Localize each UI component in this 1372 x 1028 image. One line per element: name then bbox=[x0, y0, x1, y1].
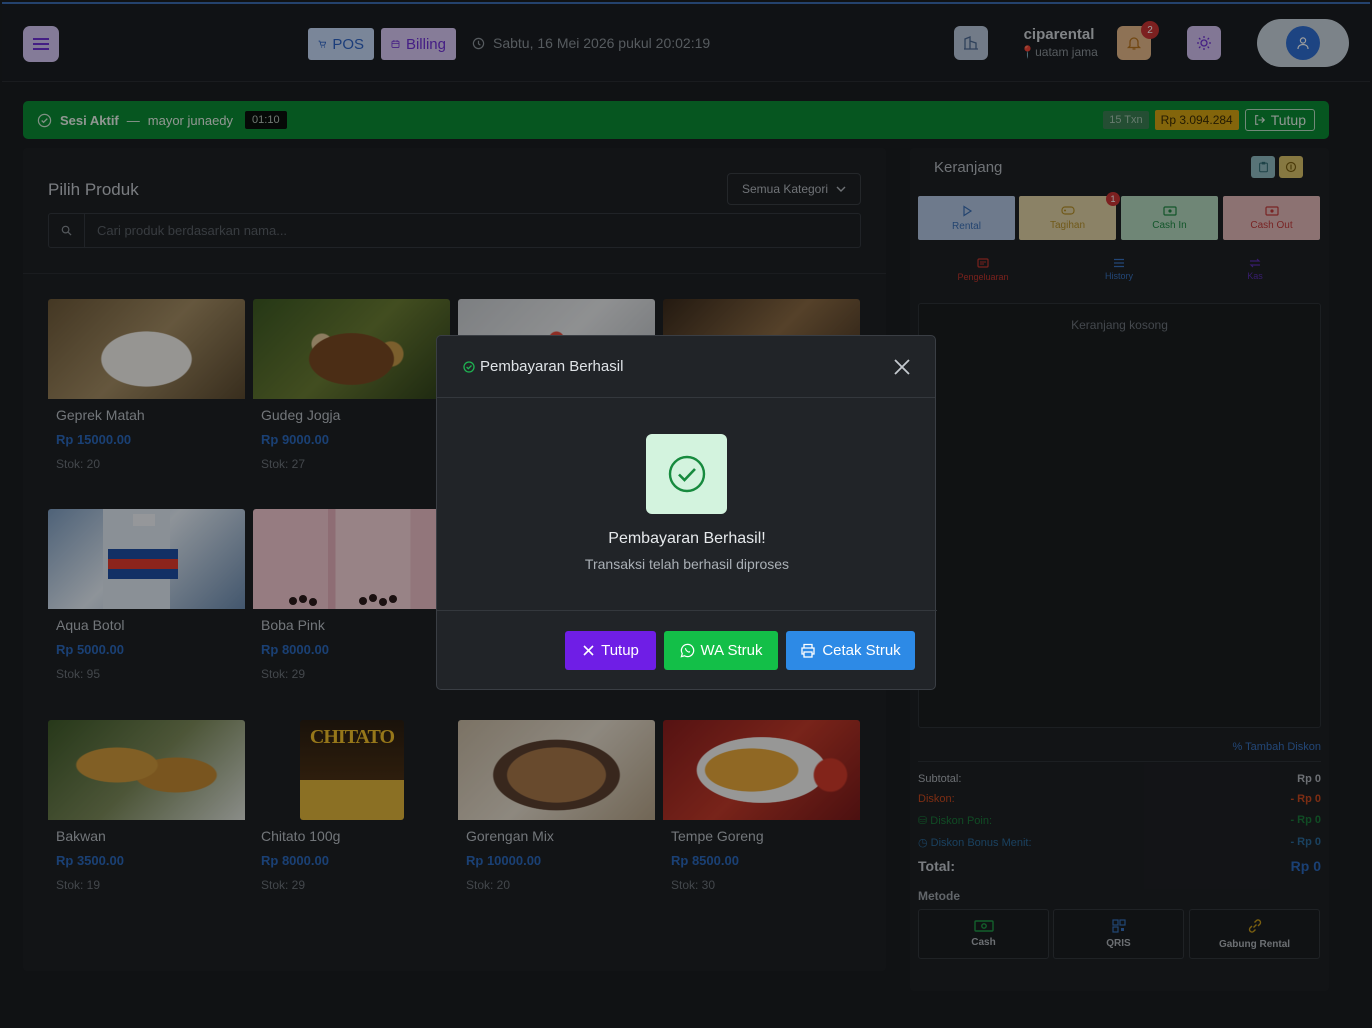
printer-icon bbox=[801, 643, 815, 658]
modal-subtitle: Transaksi telah berhasil diproses bbox=[584, 556, 790, 572]
whatsapp-icon bbox=[680, 643, 694, 658]
modal-title: Pembayaran Berhasil! bbox=[608, 530, 766, 547]
modal-header-title: Pembayaran Berhasil bbox=[480, 358, 624, 375]
close-modal-button[interactable]: Tutup bbox=[565, 631, 656, 670]
wa-receipt-button[interactable]: WA Struk bbox=[664, 631, 778, 670]
print-receipt-button[interactable]: Cetak Struk bbox=[786, 631, 915, 670]
close-icon bbox=[583, 645, 594, 656]
check-circle-icon bbox=[463, 360, 475, 373]
modal-close-button[interactable] bbox=[891, 356, 913, 378]
modal-footer-divider bbox=[437, 610, 937, 611]
check-circle-icon bbox=[668, 455, 705, 493]
success-indicator bbox=[646, 434, 727, 514]
payment-success-modal: Pembayaran Berhasil Pembayaran Berhasil!… bbox=[436, 335, 937, 690]
close-icon bbox=[894, 359, 910, 375]
modal-header: Pembayaran Berhasil bbox=[437, 336, 935, 398]
